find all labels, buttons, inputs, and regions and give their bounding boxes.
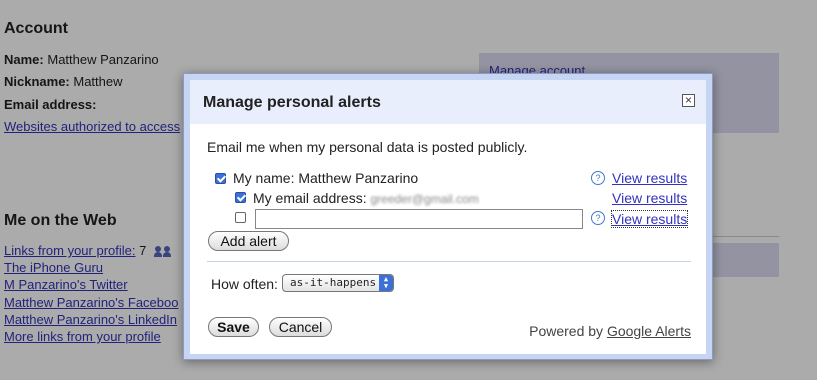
dialog-header: Manage personal alerts × <box>190 80 706 124</box>
how-often-select[interactable]: as-it-happens ▲ ▼ <box>282 274 394 292</box>
email-alert-label: My email address: greeder@gmail.com <box>253 190 479 206</box>
name-alert-checkbox[interactable] <box>215 173 226 184</box>
select-arrows-icon: ▲ ▼ <box>379 275 393 291</box>
add-alert-button[interactable]: Add alert <box>208 231 289 251</box>
view-results-link[interactable]: View results <box>612 170 687 186</box>
view-results-link[interactable]: View results <box>612 190 687 206</box>
manage-alerts-dialog: Manage personal alerts × Email me when m… <box>183 73 713 360</box>
how-often-label: How often: <box>211 276 278 292</box>
email-alert-label-text: My email address: <box>253 190 367 206</box>
dialog-divider <box>207 261 691 262</box>
view-results-link[interactable]: View results <box>610 210 689 228</box>
dialog-body: Email me when my personal data is posted… <box>190 124 706 354</box>
email-alert-checkbox[interactable] <box>235 192 246 203</box>
powered-by-text: Powered by <box>529 323 604 339</box>
google-alerts-link[interactable]: Google Alerts <box>607 323 691 339</box>
custom-alert-input[interactable] <box>255 209 583 229</box>
cancel-button[interactable]: Cancel <box>269 317 332 337</box>
save-button[interactable]: Save <box>208 317 259 337</box>
how-often-value: as-it-happens <box>290 276 377 289</box>
name-alert-label: My name: Matthew Panzarino <box>233 170 419 186</box>
powered-by: Powered by Google Alerts <box>529 323 691 339</box>
custom-alert-checkbox[interactable] <box>235 212 246 223</box>
help-icon[interactable]: ? <box>591 211 605 225</box>
help-icon[interactable]: ? <box>591 171 605 185</box>
dialog-intro: Email me when my personal data is posted… <box>207 139 528 155</box>
email-alert-value: greeder@gmail.com <box>370 192 479 206</box>
close-icon[interactable]: × <box>682 94 695 107</box>
dialog-title: Manage personal alerts <box>203 94 381 111</box>
